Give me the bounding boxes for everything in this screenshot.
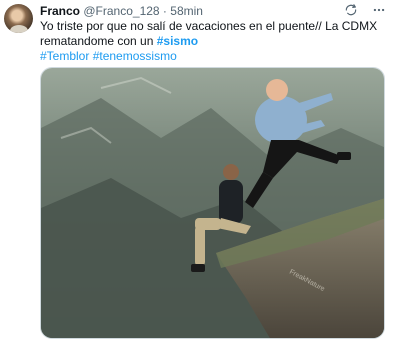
meta-separator: · [159, 4, 171, 18]
author-handle[interactable]: @Franco_128 [83, 4, 159, 18]
author-name[interactable]: Franco [40, 4, 80, 18]
tweet-text-line-2-prefix: rematandome con un [40, 34, 157, 48]
hashtag-sismo[interactable]: #sismo [157, 34, 198, 48]
tweet-timestamp[interactable]: 58min [170, 4, 203, 18]
tweet-text: Yo triste por que no salí de vacaciones … [40, 19, 385, 49]
more-options-icon[interactable] [372, 3, 386, 17]
tweet-hashtags: #Temblor #tenemossismo [40, 49, 177, 64]
hashtag-temblor[interactable]: #Temblor [40, 49, 89, 63]
grok-icon[interactable] [344, 3, 358, 17]
tweet-media-image[interactable]: FreakNature [40, 67, 385, 339]
tweet-text-line-2: rematandome con un #sismo [40, 34, 385, 49]
tweet-card[interactable]: Franco @Franco_128 · 58min Yo triste por… [0, 0, 400, 344]
tweet-text-line-1: Yo triste por que no salí de vacaciones … [40, 19, 378, 33]
hashtag-tenemossismo[interactable]: #tenemossismo [93, 49, 177, 63]
tweet-header: Franco @Franco_128 · 58min [40, 3, 203, 19]
tweet-top-actions [344, 3, 386, 17]
author-avatar[interactable] [4, 4, 33, 33]
